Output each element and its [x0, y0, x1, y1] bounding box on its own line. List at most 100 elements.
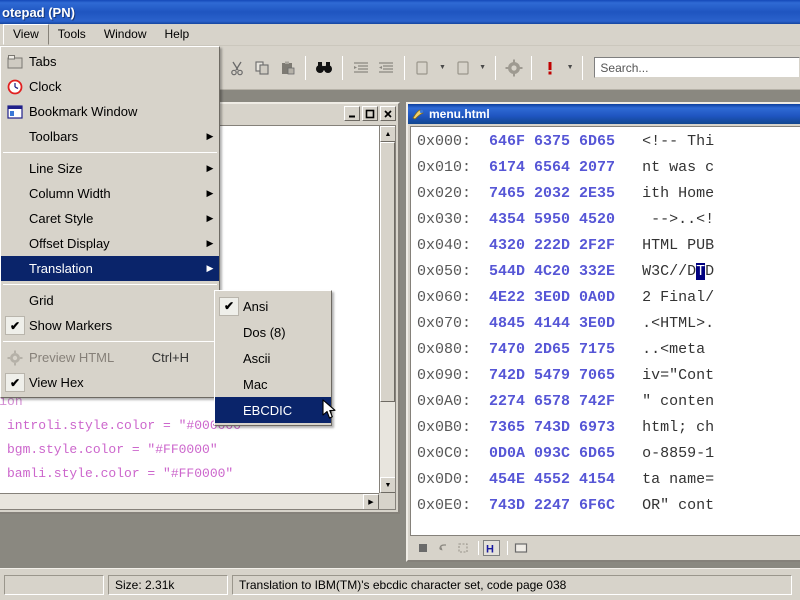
submenu-item-dos[interactable]: Dos (8) — [215, 319, 331, 345]
new-window-dropdown[interactable]: ▼ — [435, 55, 450, 81]
hex-content-area[interactable]: 0x000: 646F 6375 6D65 <!-- Thi 0x010: 617… — [410, 126, 800, 536]
hex-bytes: 646F 6375 6D65 — [489, 133, 616, 150]
hex-offset: 0x090: — [417, 367, 490, 384]
hex-row[interactable]: 0x040: 4320 222D 2F2F HTML PUB — [411, 233, 800, 259]
menu-item-translation[interactable]: Translation ▶ — [1, 256, 219, 281]
minimize-button[interactable] — [344, 106, 360, 121]
hex-row[interactable]: 0x0C0: 0D0A 093C 6D65 o-8859-1 — [411, 441, 800, 467]
menu-item-column-width[interactable]: Column Width ▶ — [1, 181, 219, 206]
status-pane-blank — [4, 574, 104, 595]
menu-item-bookmark-window[interactable]: Bookmark Window — [1, 99, 219, 124]
new-document-button[interactable] — [450, 55, 475, 81]
menu-item-label: Offset Display — [29, 236, 110, 251]
hex-row[interactable]: 0x060: 4E22 3E0D 0A0D 2 Final/ — [411, 285, 800, 311]
bookmark-button[interactable] — [537, 55, 562, 81]
close-button[interactable] — [380, 106, 396, 121]
hex-mode-icon: H — [486, 543, 494, 555]
menubar-item-window[interactable]: Window — [95, 25, 156, 44]
indent-increase-button[interactable] — [373, 55, 398, 81]
scroll-up-button[interactable]: ▲ — [380, 126, 395, 142]
menu-item-label: View Hex — [29, 375, 84, 390]
menubar-item-view[interactable]: View — [3, 24, 49, 45]
editor-horizontal-scrollbar[interactable]: ▶ — [0, 493, 379, 509]
menu-item-clock[interactable]: Clock — [1, 74, 219, 99]
menu-item-label: Bookmark Window — [29, 104, 138, 119]
maximize-button[interactable] — [362, 106, 378, 121]
new-document-icon — [456, 60, 469, 75]
menu-item-caret-style[interactable]: Caret Style ▶ — [1, 206, 219, 231]
menu-item-tabs[interactable]: Tabs — [1, 49, 219, 74]
scroll-thumb[interactable] — [380, 142, 395, 402]
copy-button[interactable] — [250, 55, 275, 81]
menu-item-accelerator: Ctrl+H — [151, 350, 189, 365]
hex-row[interactable]: 0x000: 646F 6375 6D65 <!-- Thi — [411, 129, 800, 155]
hex-row[interactable]: 0x080: 7470 2D65 7175 ..<meta — [411, 337, 800, 363]
hex-offset: 0x030: — [417, 211, 490, 228]
hex-offset: 0x0D0: — [417, 471, 490, 488]
triangle-right-icon: ▶ — [368, 499, 374, 506]
menu-item-grid[interactable]: Grid — [1, 288, 219, 313]
submenu-arrow-icon: ▶ — [206, 131, 214, 141]
menu-item-preview-html[interactable]: Preview HTML Ctrl+H — [1, 345, 219, 370]
hex-row[interactable]: 0x0E0: 743D 2247 6F6C OR" cont — [411, 493, 800, 519]
checkmark-icon: ✔ — [5, 373, 25, 392]
hex-ascii: HTML PUB — [642, 237, 715, 254]
hex-row[interactable]: 0x070: 4845 4144 3E0D .<HTML>. — [411, 311, 800, 337]
hex-mode-button[interactable]: H — [483, 540, 500, 556]
undo-icon — [438, 544, 446, 551]
submenu-item-ansi[interactable]: ✔ Ansi — [215, 293, 331, 319]
hex-ascii: .<HTML>. — [642, 315, 715, 332]
hex-row[interactable]: 0x0D0: 454E 4552 4154 ta name= — [411, 467, 800, 493]
hex-row[interactable]: 0x020: 7465 2032 2E35 ith Home — [411, 181, 800, 207]
hex-offset: 0x0C0: — [417, 445, 490, 462]
scroll-down-button[interactable]: ▼ — [380, 477, 395, 493]
hex-selected-char: T — [696, 263, 706, 280]
hex-row[interactable]: 0x090: 742D 5479 7065 iv="Cont — [411, 363, 800, 389]
hex-ascii: iv="Cont — [642, 367, 715, 384]
cut-button[interactable] — [224, 55, 249, 81]
menu-item-view-hex[interactable]: ✔ View Hex — [1, 370, 219, 395]
menu-item-show-markers[interactable]: ✔ Show Markers — [1, 313, 219, 338]
title-bar: otepad (PN) — [0, 0, 800, 24]
hex-row[interactable]: 0x0B0: 7365 743D 6973 html; ch — [411, 415, 800, 441]
panel-button[interactable] — [512, 540, 529, 556]
menu-item-line-size[interactable]: Line Size ▶ — [1, 156, 219, 181]
hex-bytes: 4320 222D 2F2F — [489, 237, 616, 254]
menu-item-label: Translation — [29, 261, 93, 276]
hex-bytes: 2274 6578 742F — [489, 393, 616, 410]
find-button[interactable] — [311, 55, 336, 81]
menu-bar: View Tools Window Help — [0, 24, 800, 46]
editor-vertical-scrollbar[interactable]: ▲ ▼ — [379, 126, 395, 493]
submenu-item-mac[interactable]: Mac — [215, 371, 331, 397]
menu-separator — [3, 152, 217, 153]
hex-offset: 0x0B0: — [417, 419, 490, 436]
menu-item-label: Tabs — [29, 54, 57, 69]
preview-html-button[interactable] — [501, 55, 526, 81]
menu-item-toolbars[interactable]: Toolbars ▶ — [1, 124, 219, 149]
indent-increase-icon — [378, 61, 393, 73]
undo-button[interactable] — [434, 540, 451, 556]
new-document-dropdown[interactable]: ▼ — [475, 55, 490, 81]
indent-decrease-button[interactable] — [348, 55, 373, 81]
preview-html-icon — [5, 348, 25, 367]
menubar-item-tools[interactable]: Tools — [49, 25, 95, 44]
menu-item-offset-display[interactable]: Offset Display ▶ — [1, 231, 219, 256]
hex-row[interactable]: 0x0A0: 2274 6578 742F " conten — [411, 389, 800, 415]
menu-item-label: Line Size — [29, 161, 83, 176]
paste-button[interactable] — [275, 55, 300, 81]
search-input[interactable]: Search... — [594, 57, 800, 78]
hex-row[interactable]: 0x010: 6174 6564 2077 nt was c — [411, 155, 800, 181]
bookmark-dropdown[interactable]: ▼ — [563, 55, 578, 81]
submenu-item-ascii[interactable]: Ascii — [215, 345, 331, 371]
stop-button[interactable] — [414, 540, 431, 556]
tabs-icon — [5, 52, 25, 71]
hex-row[interactable]: 0x030: 4354 5950 4520 -->..<! — [411, 207, 800, 233]
scroll-right-button[interactable]: ▶ — [363, 494, 379, 509]
submenu-item-ebcdic[interactable]: EBCDIC — [215, 397, 331, 423]
submenu-arrow-icon: ▶ — [206, 263, 214, 273]
menubar-item-help[interactable]: Help — [156, 25, 199, 44]
hex-row[interactable]: 0x050: 544D 4C20 332E W3C//DTD — [411, 259, 800, 285]
select-button[interactable] — [454, 540, 471, 556]
new-window-button[interactable] — [410, 55, 435, 81]
hex-ascii: html; ch — [642, 419, 715, 436]
